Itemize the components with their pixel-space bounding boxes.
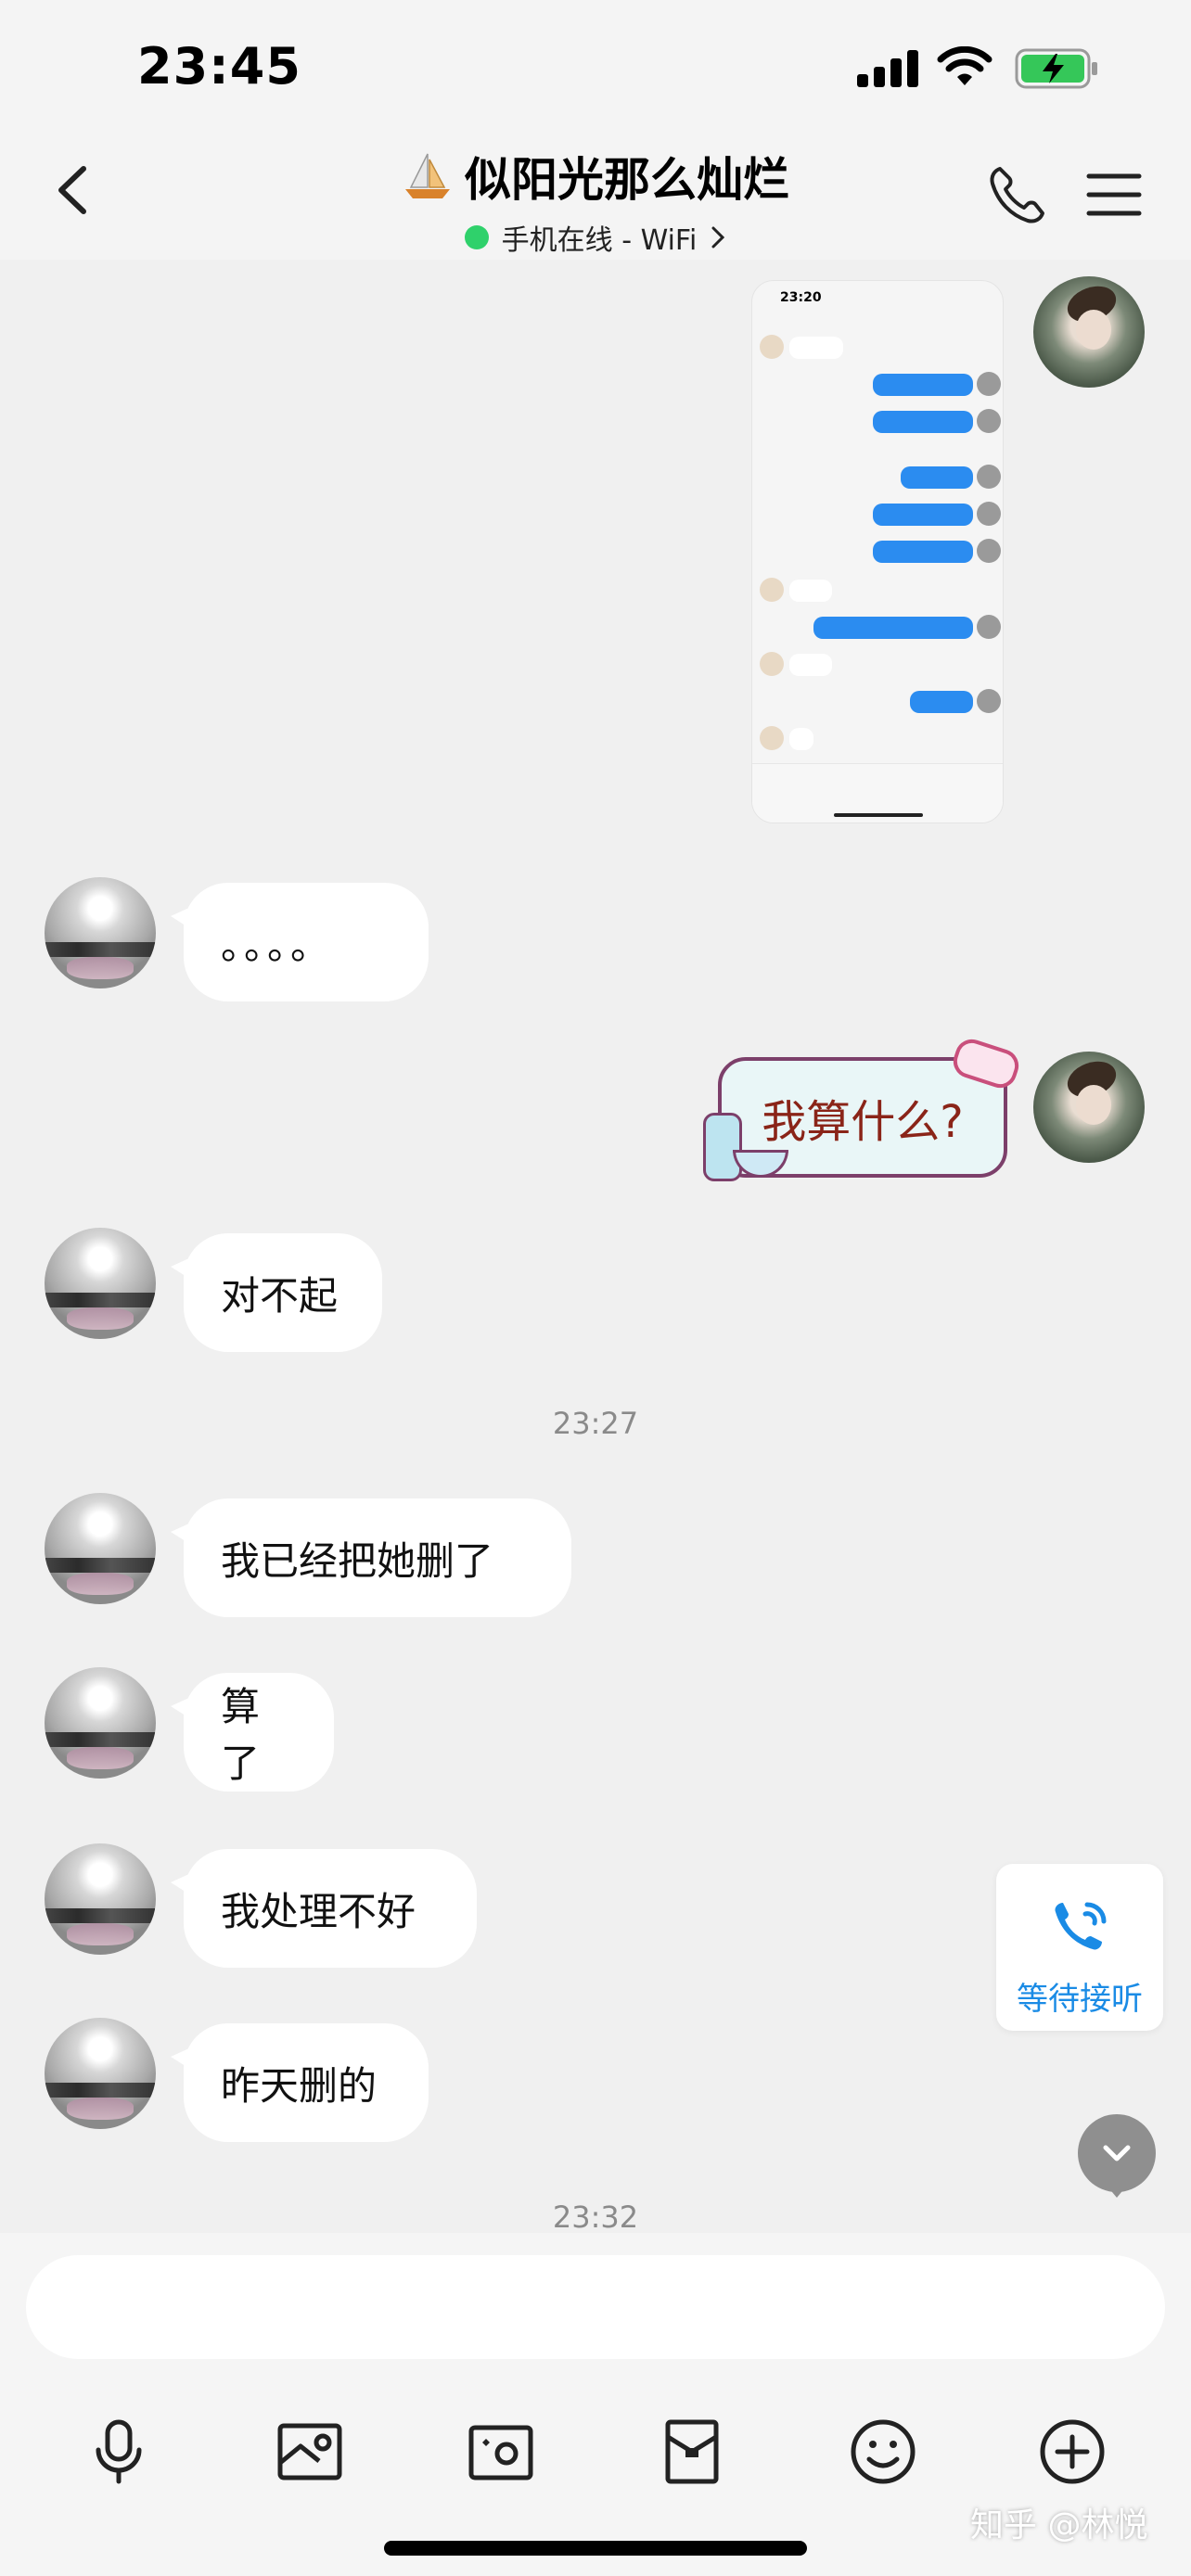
wifi-icon <box>937 46 992 85</box>
chat-header: 似阳光那么灿烂 手机在线 - WiFi <box>0 139 1191 260</box>
contact-avatar[interactable] <box>45 877 156 988</box>
message-bubble[interactable]: 我已经把她删了 <box>171 1498 571 1617</box>
message-bubble[interactable]: 。。。。 <box>171 883 429 1001</box>
screenshot-thumbnail[interactable]: 23:20 <box>751 280 1004 823</box>
contact-avatar[interactable] <box>45 1667 156 1779</box>
sticker-message[interactable]: 我算什么? <box>703 1035 1023 1181</box>
goggles-decoration-icon <box>949 1035 1023 1092</box>
message-bubble[interactable]: 我处理不好 <box>171 1849 477 1968</box>
message-text: 昨天删的 <box>221 2062 378 2109</box>
message-text: 。。。。 <box>221 922 334 968</box>
contact-avatar[interactable] <box>45 1228 156 1339</box>
contact-avatar[interactable] <box>45 1843 156 1955</box>
message-text: 算了 <box>221 1684 261 1786</box>
contact-avatar[interactable] <box>45 1493 156 1604</box>
message-timestamp: 23:32 <box>552 2200 639 2235</box>
message-text: 我已经把她删了 <box>221 1537 494 1584</box>
message-text: 我处理不好 <box>221 1888 416 1934</box>
message-timestamp: 23:27 <box>552 1406 639 1441</box>
microphone-icon[interactable] <box>82 2415 156 2489</box>
waiting-call-card[interactable]: 等待接听 <box>996 1864 1163 2031</box>
online-status-dot <box>464 225 489 249</box>
scroll-down-button[interactable] <box>1078 2114 1156 2198</box>
thumbnail-time: 23:20 <box>780 290 822 305</box>
sticker-text: 我算什么? <box>762 1096 964 1148</box>
red-packet-icon[interactable] <box>655 2415 729 2489</box>
message-bubble[interactable]: 昨天删的 <box>171 2023 429 2142</box>
message-input[interactable] <box>26 2255 1165 2359</box>
call-card-label: 等待接听 <box>1017 1981 1143 2018</box>
camera-icon[interactable] <box>464 2415 538 2489</box>
chat-screen: 23:45 似阳光那么灿烂 手机在线 - WiFi 23:20 。。。。 我算什… <box>0 0 1191 2576</box>
watermark: 知乎 @林悦 <box>970 2506 1148 2544</box>
message-bubble[interactable]: 算了 <box>171 1673 334 1792</box>
contact-avatar[interactable] <box>45 2018 156 2129</box>
chat-subtitle: 手机在线 - WiFi <box>501 224 698 257</box>
phone-icon[interactable] <box>983 161 1050 228</box>
message-bubble[interactable]: 对不起 <box>171 1233 382 1352</box>
my-avatar[interactable] <box>1033 276 1145 388</box>
chevron-down-icon <box>1103 2145 1131 2162</box>
chevron-right-icon <box>711 226 725 249</box>
plus-icon[interactable] <box>1035 2415 1109 2489</box>
sailboat-icon <box>405 153 450 198</box>
phone-calling-icon <box>1055 1902 1107 1950</box>
battery-charging-icon <box>1015 48 1097 89</box>
image-icon[interactable] <box>273 2415 347 2489</box>
bottle-decoration-icon <box>703 1113 742 1181</box>
status-bar: 23:45 <box>0 0 1191 139</box>
message-text: 对不起 <box>221 1272 339 1319</box>
menu-icon[interactable] <box>1083 167 1145 223</box>
emoji-icon[interactable] <box>846 2415 920 2489</box>
my-avatar[interactable] <box>1033 1052 1145 1163</box>
status-time: 23:45 <box>137 37 301 96</box>
cellular-signal-icon <box>857 50 920 87</box>
home-indicator[interactable] <box>384 2541 807 2556</box>
chat-title: 似阳光那么灿烂 <box>465 153 789 207</box>
